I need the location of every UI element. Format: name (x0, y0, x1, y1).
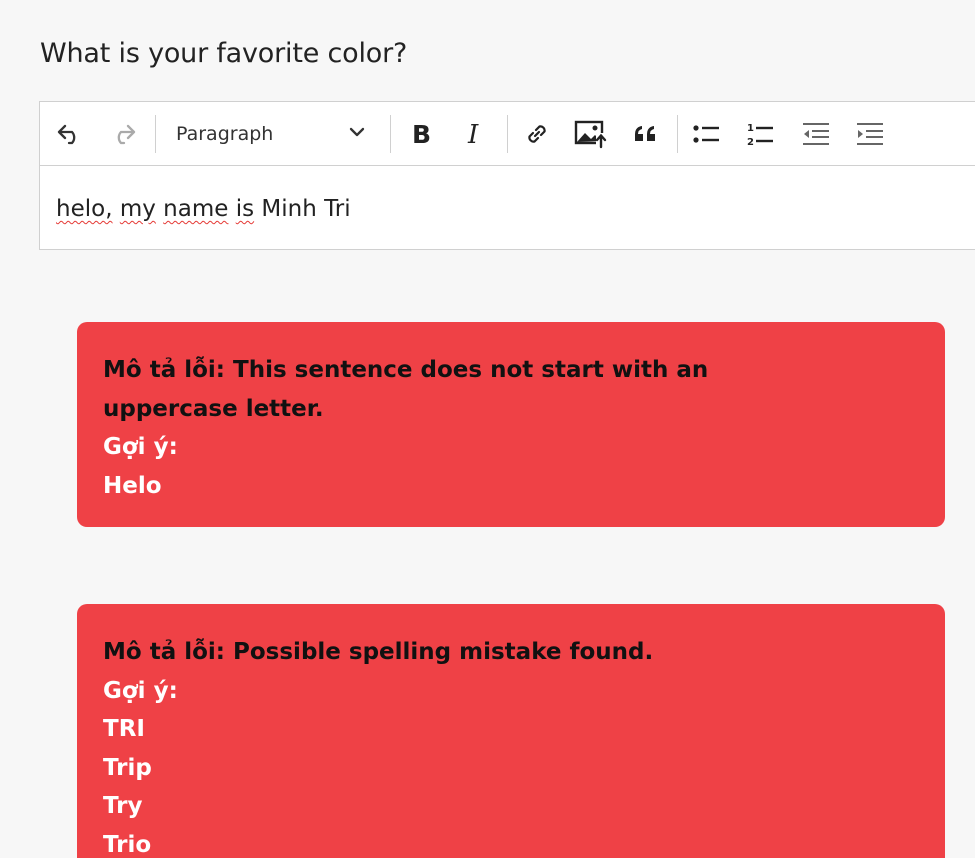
italic-icon: I (464, 121, 486, 147)
svg-text:B: B (412, 121, 431, 147)
image-upload-icon (574, 119, 608, 149)
svg-text:2: 2 (747, 137, 754, 148)
numbered-list-button[interactable]: 1 2 (742, 116, 778, 152)
suggestion-item[interactable]: Trip (103, 749, 919, 788)
editor-word: helo, (56, 196, 113, 222)
indent-button[interactable] (852, 116, 888, 152)
editor-word: my (119, 196, 156, 222)
editor-word: name (163, 196, 229, 222)
rich-text-editor[interactable]: Paragraph B I 1 2 helo, my name is Minh … (39, 101, 975, 250)
toolbar-separator (677, 115, 678, 153)
bulleted-list-button[interactable] (688, 116, 724, 152)
outdent-button[interactable] (798, 116, 834, 152)
suggestion-label: Gợi ý: (103, 434, 178, 460)
suggestion-label: Gợi ý: (103, 677, 178, 704)
link-icon (523, 120, 551, 148)
editor-word: is (235, 196, 255, 222)
error-description-text: Possible spelling mistake found. (233, 639, 654, 665)
svg-text:1: 1 (747, 123, 754, 134)
page: What is your favorite color? Paragraph B… (0, 0, 975, 858)
bulleted-list-icon (691, 121, 721, 147)
blockquote-icon (632, 122, 660, 146)
editor-content[interactable]: helo, my name is Minh Tri (56, 196, 975, 222)
undo-button[interactable] (52, 116, 88, 152)
svg-text:I: I (467, 121, 479, 147)
suggestion-item[interactable]: Trio (103, 826, 919, 858)
error-description: Mô tả lỗi: Possible spelling mistake fou… (103, 633, 823, 672)
outdent-icon (801, 121, 831, 147)
suggestion-item[interactable]: Try (103, 787, 919, 826)
bold-button[interactable]: B (403, 116, 439, 152)
link-button[interactable] (519, 116, 555, 152)
editor-text: Minh Tri (254, 196, 351, 222)
editor-space (113, 196, 120, 222)
redo-icon (109, 123, 137, 145)
error-description-label: Mô tả lỗi: (103, 357, 225, 383)
toolbar-separator (390, 115, 391, 153)
editor-toolbar: Paragraph B I 1 2 (40, 102, 975, 166)
numbered-list-icon: 1 2 (745, 120, 775, 148)
blockquote-button[interactable] (628, 116, 664, 152)
heading-dropdown-value: Paragraph (176, 123, 274, 145)
editor-space (228, 196, 235, 222)
error-card: Mô tả lỗi: This sentence does not start … (77, 322, 945, 527)
question-title: What is your favorite color? (40, 38, 408, 69)
error-card: Mô tả lỗi: Possible spelling mistake fou… (77, 604, 945, 858)
bold-icon: B (409, 121, 433, 147)
suggestion-item[interactable]: TRI (103, 710, 919, 749)
chevron-down-icon (348, 125, 366, 143)
heading-dropdown[interactable]: Paragraph (166, 116, 372, 152)
error-description: Mô tả lỗi: This sentence does not start … (103, 351, 823, 428)
toolbar-separator (507, 115, 508, 153)
undo-icon (56, 123, 84, 145)
suggestion-item[interactable]: Helo (103, 467, 919, 506)
redo-button[interactable] (105, 116, 141, 152)
insert-image-button[interactable] (573, 116, 609, 152)
italic-button[interactable]: I (457, 116, 493, 152)
toolbar-separator (155, 115, 156, 153)
error-description-label: Mô tả lỗi: (103, 639, 225, 665)
indent-icon (855, 121, 885, 147)
